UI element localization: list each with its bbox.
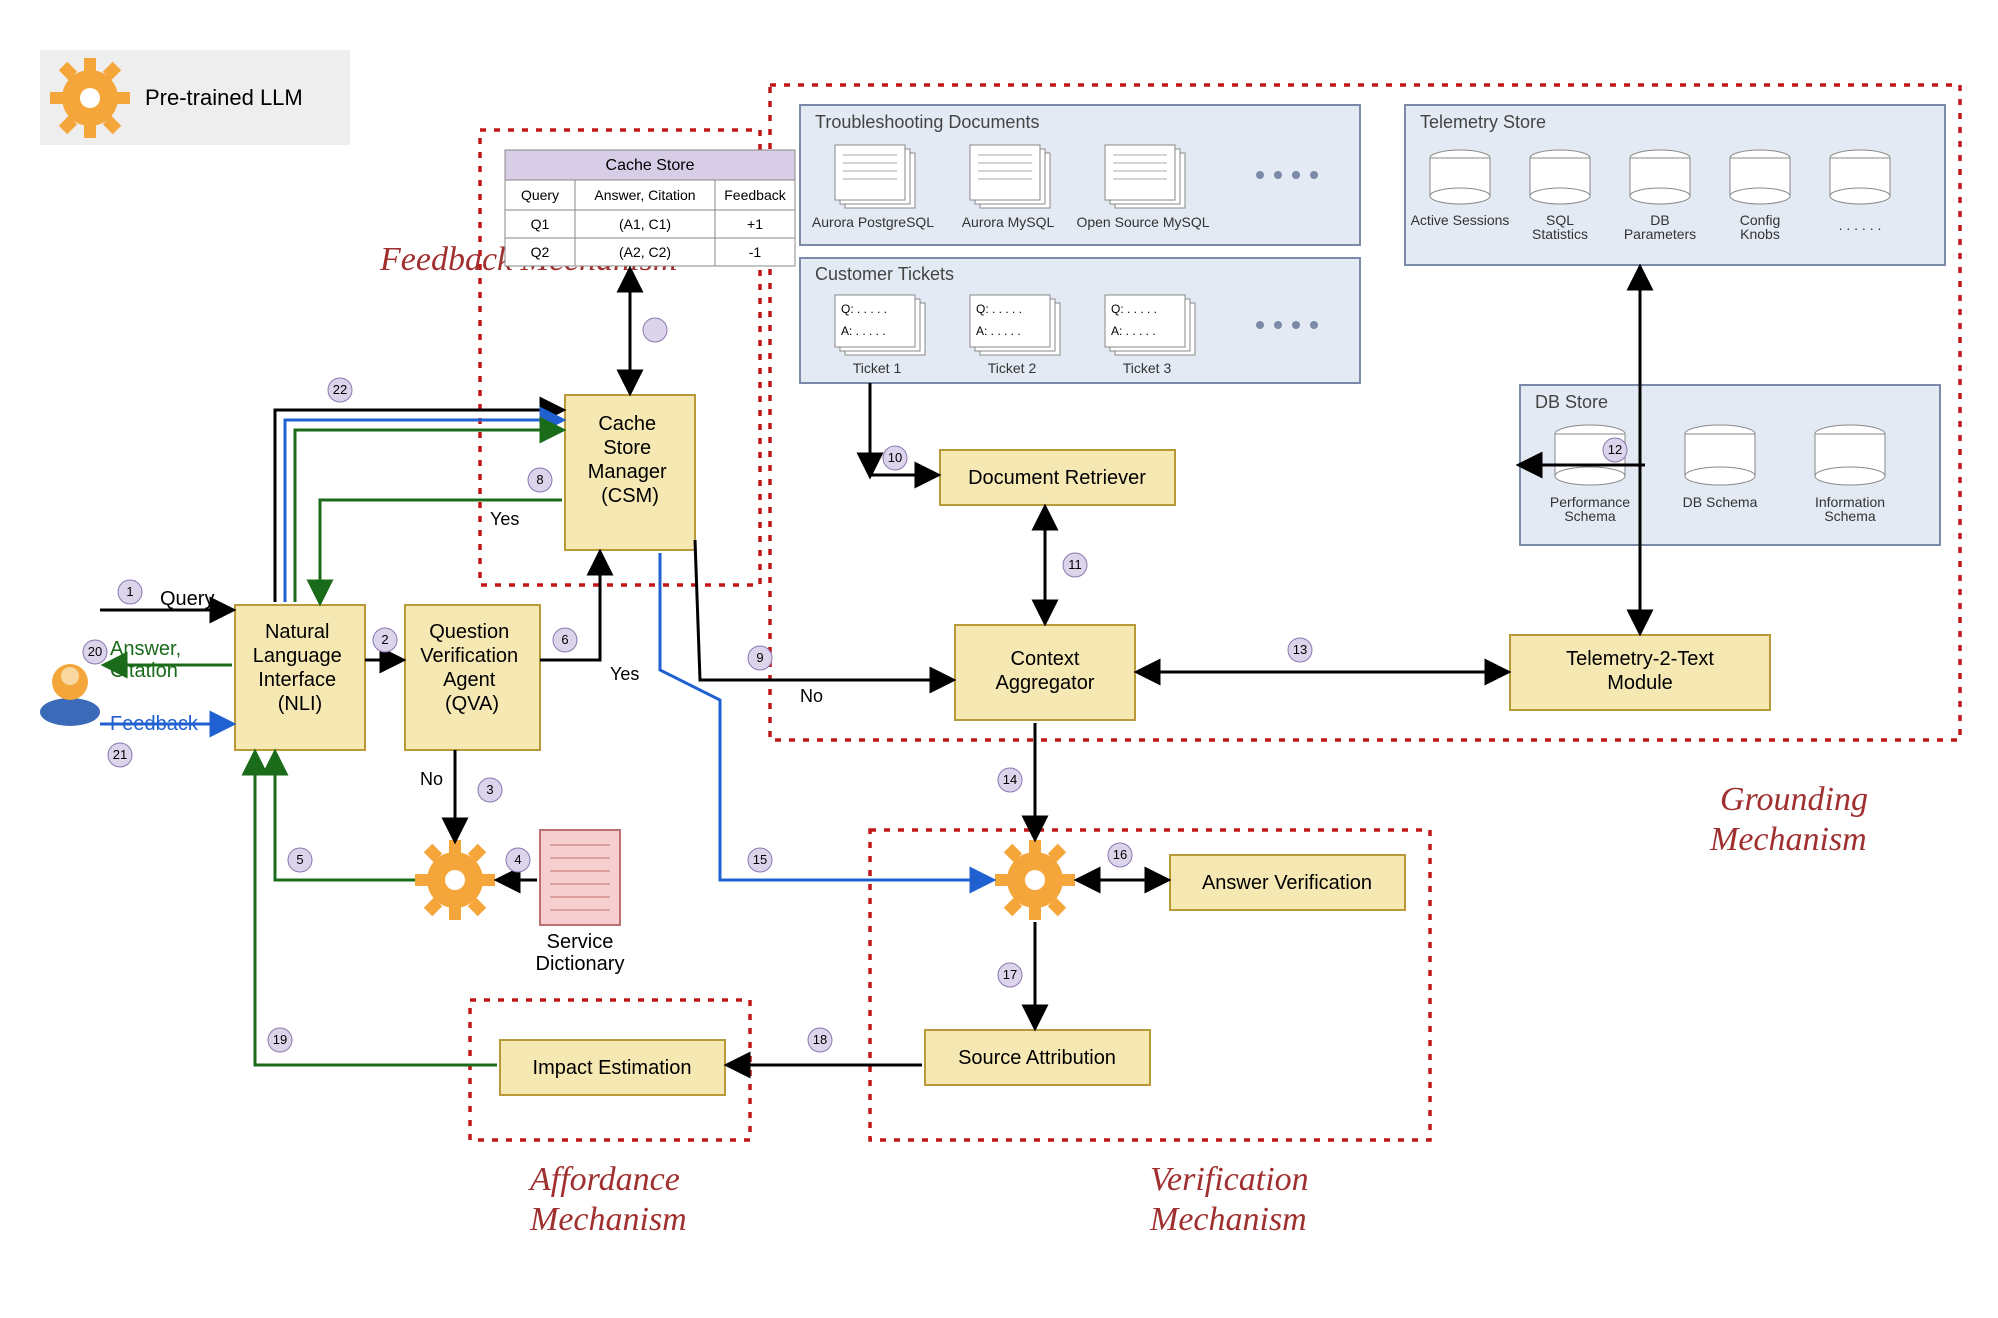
doc-retriever-box: Document Retriever — [940, 450, 1175, 505]
svg-text:. . . . . .: . . . . . . — [1839, 217, 1882, 233]
gear-icon — [415, 840, 495, 920]
svg-text:Answer, Citation: Answer, Citation — [594, 187, 695, 203]
svg-text:Aurora PostgreSQL: Aurora PostgreSQL — [812, 214, 934, 230]
csm-box: Cache Store Manager (CSM) — [565, 395, 695, 550]
svg-text:14: 14 — [1003, 772, 1017, 787]
svg-text:2: 2 — [381, 632, 388, 647]
svg-text:Document Retriever: Document Retriever — [968, 467, 1146, 489]
svg-text:Ticket 1: Ticket 1 — [853, 360, 902, 376]
svg-text:Yes: Yes — [490, 509, 519, 529]
troubleshoot-panel: Troubleshooting Documents Aurora Postgre… — [800, 105, 1360, 245]
svg-text:A: . . . . .: A: . . . . . — [976, 324, 1021, 338]
svg-text:ConfigKnobs: ConfigKnobs — [1740, 212, 1780, 242]
flow-query-label: Query — [160, 588, 214, 610]
svg-text:1: 1 — [126, 584, 133, 599]
svg-text:5: 5 — [296, 852, 303, 867]
svg-text:(A2, C2): (A2, C2) — [619, 244, 671, 260]
cylinder-icon — [1430, 150, 1490, 204]
gear-icon — [995, 840, 1075, 920]
qva-box: Question Verification Agent (QVA) — [405, 605, 540, 750]
svg-text:Ticket 2: Ticket 2 — [988, 360, 1037, 376]
svg-text:Impact Estimation: Impact Estimation — [533, 1057, 692, 1079]
svg-text:4: 4 — [514, 852, 521, 867]
service-dict: ServiceDictionary — [536, 830, 625, 975]
svg-text:Q1: Q1 — [531, 216, 550, 232]
svg-text:18: 18 — [813, 1032, 827, 1047]
arrow-22-blue — [285, 420, 562, 602]
svg-text:(A1, C1): (A1, C1) — [619, 216, 671, 232]
svg-text:InformationSchema: InformationSchema — [1815, 494, 1885, 524]
svg-text:Source Attribution: Source Attribution — [958, 1047, 1116, 1069]
svg-text:Active Sessions: Active Sessions — [1411, 212, 1510, 228]
svg-text:DB Store: DB Store — [1535, 392, 1608, 412]
svg-text:3: 3 — [486, 782, 493, 797]
svg-text:15: 15 — [753, 852, 767, 867]
svg-text:Query: Query — [521, 187, 559, 203]
svg-text:A: . . . . .: A: . . . . . — [1111, 324, 1156, 338]
svg-text:17: 17 — [1003, 967, 1017, 982]
svg-text:8: 8 — [536, 472, 543, 487]
gear-icon — [50, 58, 130, 138]
svg-text:20: 20 — [88, 644, 102, 659]
svg-text:21: 21 — [113, 747, 127, 762]
arrow-9 — [695, 540, 952, 680]
context-agg-box: ContextAggregator — [955, 625, 1135, 720]
cache-store-table: Cache Store Query Answer, Citation Feedb… — [505, 150, 795, 266]
svg-text:22: 22 — [333, 382, 347, 397]
diagram-canvas: Pre-trained LLM Feedback Mechanism Groun… — [0, 0, 1998, 1318]
arrow-22-black — [275, 410, 562, 602]
svg-text:11: 11 — [1068, 557, 1082, 572]
affordance-mech-label: AffordanceMechanism — [528, 1161, 687, 1238]
svg-text:No: No — [420, 769, 443, 789]
t2t-box: Telemetry-2-TextModule — [1510, 635, 1770, 710]
svg-text:19: 19 — [273, 1032, 287, 1047]
legend-label: Pre-trained LLM — [145, 85, 303, 110]
verification-mech-label: VerificationMechanism — [1149, 1161, 1309, 1238]
svg-text:A: . . . . .: A: . . . . . — [841, 324, 886, 338]
svg-text:Feedback: Feedback — [724, 187, 786, 203]
svg-text:+1: +1 — [747, 216, 763, 232]
svg-text:ServiceDictionary: ServiceDictionary — [536, 931, 625, 975]
user-icon — [40, 664, 100, 726]
svg-text:Q: . . . . .: Q: . . . . . — [841, 302, 887, 316]
svg-text:Aurora MySQL: Aurora MySQL — [962, 214, 1055, 230]
svg-text:Q: . . . . .: Q: . . . . . — [976, 302, 1022, 316]
legend: Pre-trained LLM — [40, 50, 350, 145]
svg-text:Customer Tickets: Customer Tickets — [815, 264, 954, 284]
svg-text:Telemetry Store: Telemetry Store — [1420, 112, 1546, 132]
svg-text:9: 9 — [756, 650, 763, 665]
svg-text:12: 12 — [1608, 442, 1622, 457]
svg-text:10: 10 — [888, 450, 902, 465]
ans-ver-box: Answer Verification — [1170, 855, 1405, 910]
svg-text:13: 13 — [1293, 642, 1307, 657]
tickets-panel: Customer Tickets Q: . . . . . A: . . . .… — [800, 258, 1360, 383]
arrow-22-green — [295, 430, 562, 602]
telemetry-panel: Telemetry Store Active Sessions SQLStati… — [1405, 105, 1945, 265]
svg-text:Q: . . . . .: Q: . . . . . — [1111, 302, 1157, 316]
flow-answer-label: Answer,Citation — [110, 638, 181, 682]
grounding-mech-label: GroundingMechanism — [1709, 781, 1868, 858]
svg-text:No: No — [800, 686, 823, 706]
svg-text:Yes: Yes — [610, 664, 639, 684]
svg-text:16: 16 — [1113, 847, 1127, 862]
impact-box: Impact Estimation — [500, 1040, 725, 1095]
svg-text:Ticket 3: Ticket 3 — [1123, 360, 1172, 376]
svg-text:Answer Verification: Answer Verification — [1202, 872, 1372, 894]
svg-text:Open Source MySQL: Open Source MySQL — [1076, 214, 1209, 230]
svg-text:Cache Store: Cache Store — [606, 157, 695, 174]
svg-text:DB Schema: DB Schema — [1683, 494, 1758, 510]
svg-text:Troubleshooting Documents: Troubleshooting Documents — [815, 112, 1039, 132]
nli-box: Natural Language Interface (NLI) — [235, 605, 365, 750]
svg-text:6: 6 — [561, 632, 568, 647]
src-attr-box: Source Attribution — [925, 1030, 1150, 1085]
svg-text:Q2: Q2 — [531, 244, 550, 260]
svg-text:-1: -1 — [749, 244, 762, 260]
